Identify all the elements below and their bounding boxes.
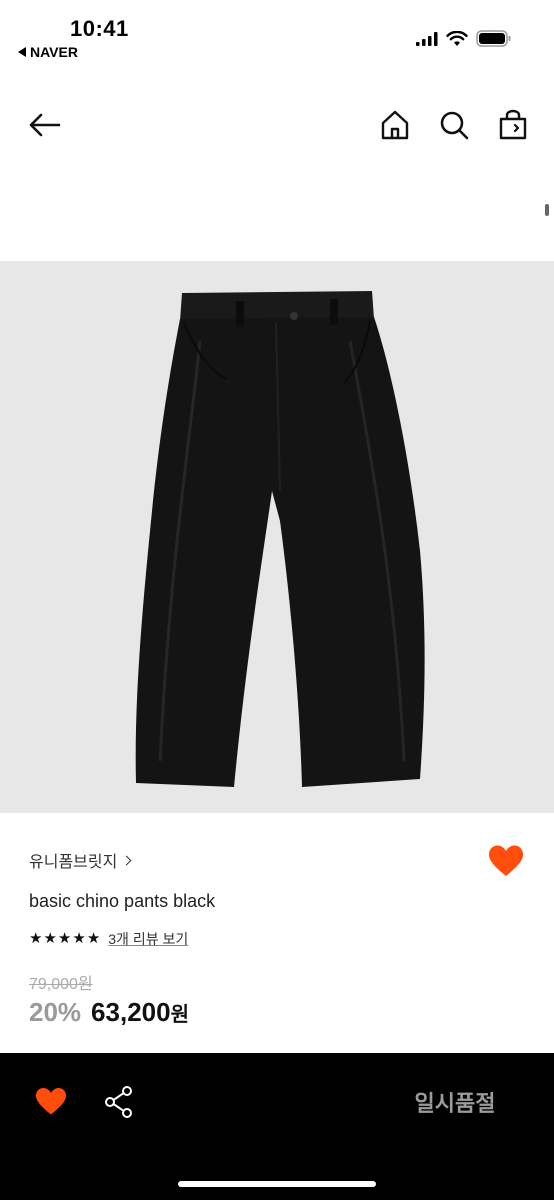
star-icon: ★ [29, 930, 43, 947]
back-to-app-link[interactable]: NAVER [18, 44, 78, 60]
back-arrow-icon[interactable] [26, 108, 64, 142]
price-row: 20% 63,200원 [29, 997, 189, 1028]
heart-icon[interactable] [487, 844, 525, 878]
review-link[interactable]: 3개 리뷰 보기 [108, 929, 188, 949]
original-price: 79,000원 [29, 976, 93, 993]
sold-out-button[interactable]: 일시품절 [380, 1077, 530, 1127]
status-bar: 10:41 NAVER [0, 0, 554, 70]
sale-price-number: 63,200 [91, 997, 171, 1027]
status-icons [416, 30, 512, 47]
pants-illustration [135, 291, 425, 787]
discount-rate: 20% [29, 997, 82, 1027]
back-triangle-icon [18, 47, 26, 57]
star-icon: ★ [72, 930, 86, 947]
sale-price: 63,200원 [91, 997, 189, 1028]
home-icon[interactable] [378, 108, 412, 142]
rating-row: ★ ★ ★ ★ ★ 3개 리뷰 보기 [29, 929, 188, 949]
brand-name: 유니폼브릿지 [29, 854, 118, 871]
product-name: basic chino pants black [29, 891, 216, 911]
star-icon: ★ [57, 930, 72, 947]
back-app-label: NAVER [30, 44, 78, 60]
shopping-bag-icon[interactable] [496, 108, 530, 142]
chevron-right-icon [121, 855, 132, 865]
battery-icon [476, 30, 511, 47]
star-icon: ★ [86, 930, 101, 947]
signal-icon [416, 31, 438, 46]
bottom-action-bar: 일시품절 [0, 1053, 554, 1200]
product-image[interactable] [0, 261, 554, 813]
scroll-indicator [545, 204, 549, 216]
home-indicator [178, 1181, 376, 1187]
brand-link[interactable]: 유니폼브릿지 [29, 848, 132, 872]
share-icon[interactable] [102, 1084, 136, 1120]
status-time: 10:41 [70, 16, 129, 41]
sale-price-unit: 원 [170, 1004, 189, 1026]
heart-icon[interactable] [34, 1086, 68, 1116]
top-navigation [0, 98, 554, 154]
rating-stars: ★ ★ ★ ★ ★ [29, 931, 100, 947]
search-icon[interactable] [437, 108, 471, 142]
star-icon: ★ [43, 930, 57, 947]
wifi-icon [446, 30, 468, 46]
